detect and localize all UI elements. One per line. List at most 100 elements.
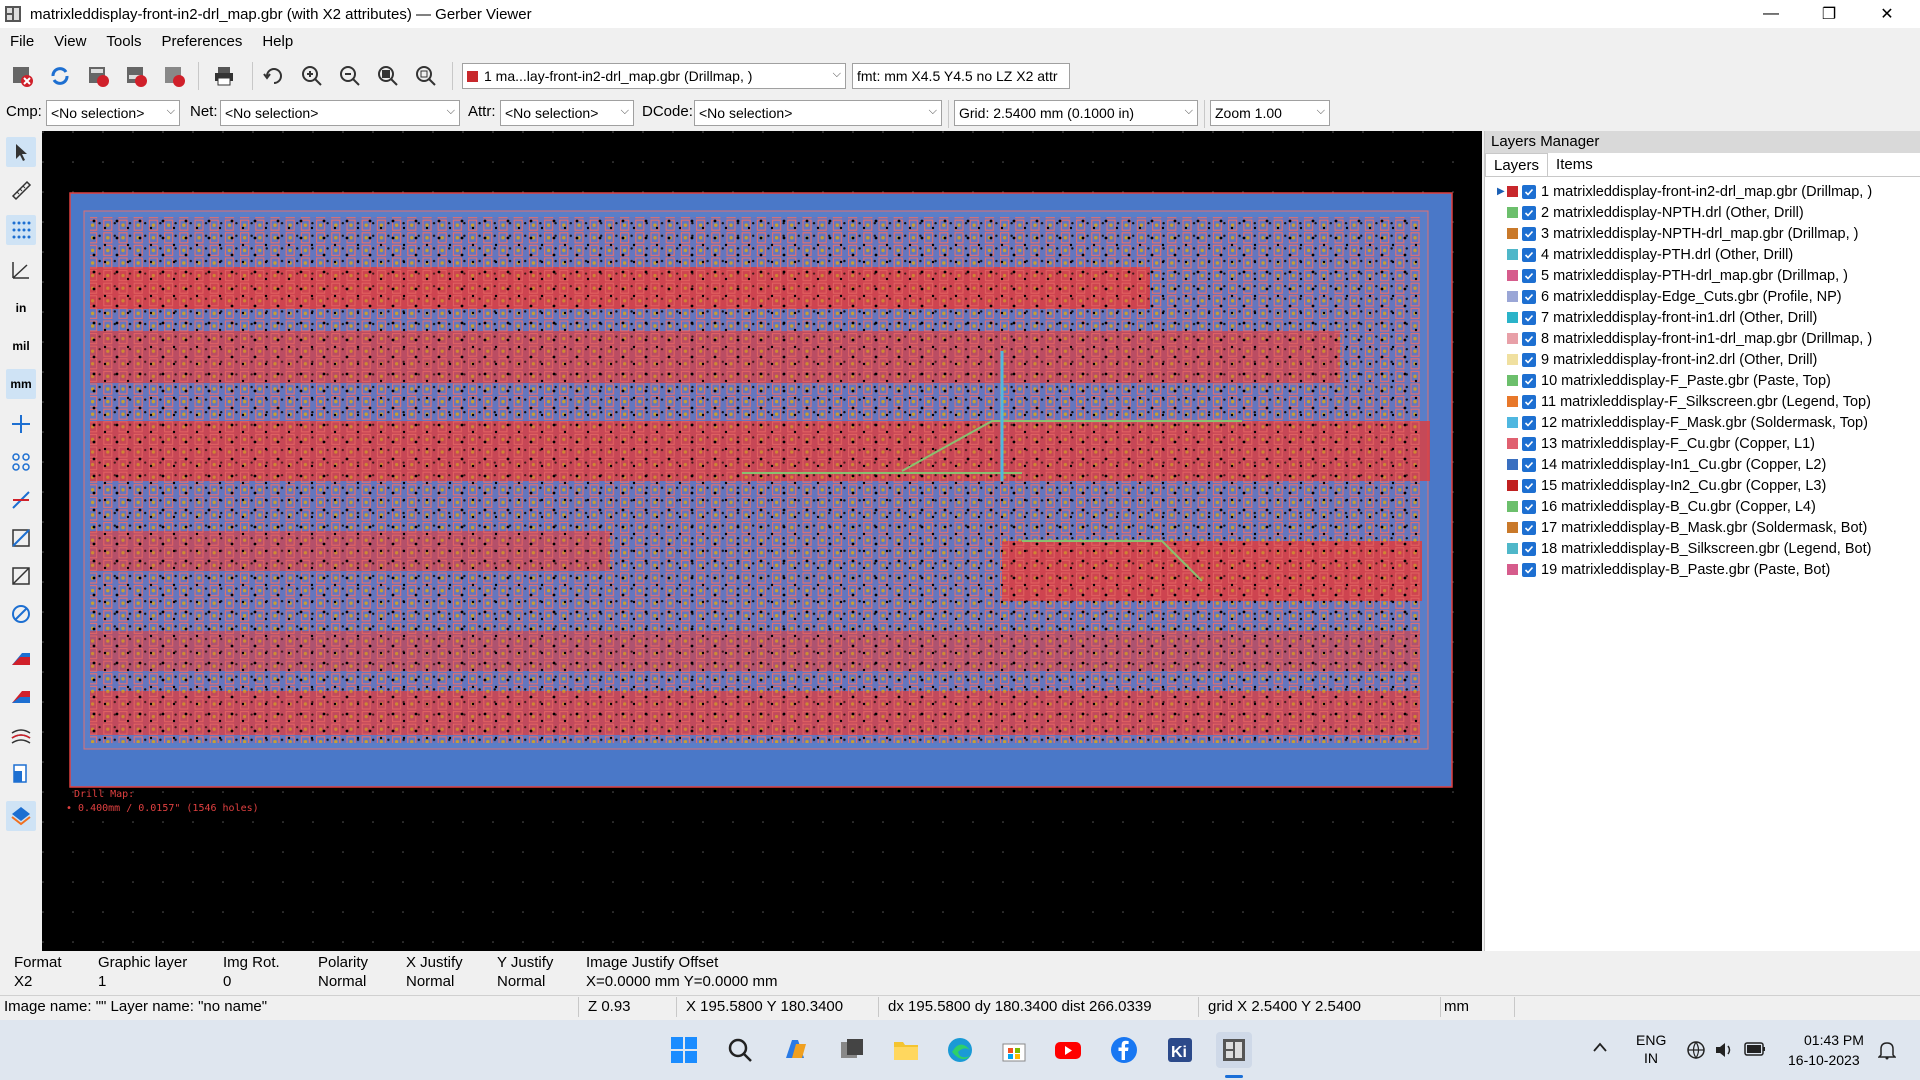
high-contrast-icon[interactable]: [6, 681, 36, 711]
layer-color-swatch[interactable]: [1507, 354, 1518, 365]
layer-visibility-checkbox[interactable]: [1522, 247, 1536, 262]
layer-visibility-checkbox[interactable]: [1522, 226, 1536, 241]
layer-color-swatch[interactable]: [1507, 270, 1518, 281]
reload-icon[interactable]: [46, 62, 74, 90]
zoom-in-icon[interactable]: [298, 62, 326, 90]
task-view-icon[interactable]: [834, 1032, 870, 1068]
grid-toggle-icon[interactable]: [6, 215, 36, 245]
volume-icon[interactable]: [1714, 1040, 1734, 1063]
copilot-icon[interactable]: [778, 1032, 814, 1068]
layer-color-swatch[interactable]: [1507, 396, 1518, 407]
open-drill-icon[interactable]: [122, 62, 150, 90]
layer-visibility-checkbox[interactable]: [1522, 562, 1536, 577]
zoom-select[interactable]: Zoom 1.00 ⌵: [1210, 100, 1330, 126]
units-inches-icon[interactable]: in: [6, 293, 36, 323]
layer-row[interactable]: 15 matrixleddisplay-In2_Cu.gbr (Copper, …: [1497, 475, 1920, 496]
layer-row[interactable]: 11 matrixleddisplay-F_Silkscreen.gbr (Le…: [1497, 391, 1920, 412]
polar-coords-icon[interactable]: [6, 255, 36, 285]
layer-visibility-checkbox[interactable]: [1522, 289, 1536, 304]
dcode-select[interactable]: <No selection> ⌵: [694, 100, 942, 126]
layer-row[interactable]: 2 matrixleddisplay-NPTH.drl (Other, Dril…: [1497, 202, 1920, 223]
layer-color-swatch[interactable]: [1507, 186, 1518, 197]
layer-visibility-checkbox[interactable]: [1522, 331, 1536, 346]
zoom-fit-icon[interactable]: [374, 62, 402, 90]
layer-color-swatch[interactable]: [1507, 207, 1518, 218]
layer-color-swatch[interactable]: [1507, 375, 1518, 386]
layer-visibility-checkbox[interactable]: [1522, 352, 1536, 367]
open-gerber-icon[interactable]: [84, 62, 112, 90]
menu-file[interactable]: File: [0, 33, 44, 50]
layer-color-swatch[interactable]: [1507, 438, 1518, 449]
layer-row[interactable]: 14 matrixleddisplay-In1_Cu.gbr (Copper, …: [1497, 454, 1920, 475]
edge-browser-icon[interactable]: [942, 1032, 978, 1068]
layer-visibility-checkbox[interactable]: [1522, 457, 1536, 472]
minimize-button[interactable]: —: [1742, 0, 1800, 28]
youtube-icon[interactable]: [1050, 1032, 1086, 1068]
layer-visibility-checkbox[interactable]: [1522, 520, 1536, 535]
attr-select[interactable]: <No selection> ⌵: [500, 100, 634, 126]
close-button[interactable]: ✕: [1858, 0, 1916, 28]
layer-color-swatch[interactable]: [1507, 291, 1518, 302]
layer-row[interactable]: ▶ 1 matrixleddisplay-front-in2-drl_map.gb…: [1497, 181, 1920, 202]
layer-row[interactable]: 13 matrixleddisplay-F_Cu.gbr (Copper, L1…: [1497, 433, 1920, 454]
gerbview-taskbar-icon[interactable]: [1216, 1032, 1252, 1068]
network-icon[interactable]: [1686, 1040, 1706, 1063]
layer-visibility-checkbox[interactable]: [1522, 415, 1536, 430]
layer-visibility-checkbox[interactable]: [1522, 205, 1536, 220]
layer-row[interactable]: 16 matrixleddisplay-B_Cu.gbr (Copper, L4…: [1497, 496, 1920, 517]
search-icon[interactable]: [722, 1032, 758, 1068]
layer-color-swatch[interactable]: [1507, 480, 1518, 491]
menu-preferences[interactable]: Preferences: [151, 33, 252, 50]
file-explorer-icon[interactable]: [888, 1032, 924, 1068]
units-mm-icon[interactable]: mm: [6, 369, 36, 399]
layer-color-swatch[interactable]: [1507, 312, 1518, 323]
layer-color-swatch[interactable]: [1507, 564, 1518, 575]
flashed-items-icon[interactable]: [6, 447, 36, 477]
layer-row[interactable]: 10 matrixleddisplay-F_Paste.gbr (Paste, …: [1497, 370, 1920, 391]
layer-visibility-checkbox[interactable]: [1522, 394, 1536, 409]
zoom-selection-icon[interactable]: [412, 62, 440, 90]
print-icon[interactable]: [210, 62, 238, 90]
redraw-icon[interactable]: [260, 62, 288, 90]
battery-icon[interactable]: [1744, 1042, 1766, 1059]
layer-row[interactable]: 6 matrixleddisplay-Edge_Cuts.gbr (Profil…: [1497, 286, 1920, 307]
grid-select[interactable]: Grid: 2.5400 mm (0.1000 in) ⌵: [954, 100, 1198, 126]
clock-time[interactable]: 01:43 PM: [1804, 1032, 1864, 1048]
tab-items[interactable]: Items: [1548, 153, 1601, 176]
layer-row[interactable]: 12 matrixleddisplay-F_Mask.gbr (Solderma…: [1497, 412, 1920, 433]
language-indicator[interactable]: ENG: [1636, 1032, 1666, 1048]
layer-row[interactable]: 4 matrixleddisplay-PTH.drl (Other, Drill…: [1497, 244, 1920, 265]
layer-row[interactable]: 17 matrixleddisplay-B_Mask.gbr (Solderma…: [1497, 517, 1920, 538]
net-select[interactable]: <No selection> ⌵: [220, 100, 460, 126]
layer-row[interactable]: 18 matrixleddisplay-B_Silkscreen.gbr (Le…: [1497, 538, 1920, 559]
show-hidden-icons-icon[interactable]: [1592, 1040, 1608, 1056]
layer-visibility-checkbox[interactable]: [1522, 184, 1536, 199]
layer-color-swatch[interactable]: [1507, 333, 1518, 344]
layer-row[interactable]: 9 matrixleddisplay-front-in2.drl (Other,…: [1497, 349, 1920, 370]
kicad-icon[interactable]: Ki: [1162, 1032, 1198, 1068]
layer-visibility-checkbox[interactable]: [1522, 436, 1536, 451]
layer-color-swatch[interactable]: [1507, 228, 1518, 239]
units-mils-icon[interactable]: mil: [6, 331, 36, 361]
layer-visibility-checkbox[interactable]: [1522, 478, 1536, 493]
start-icon[interactable]: [666, 1032, 702, 1068]
layer-color-swatch[interactable]: [1507, 249, 1518, 260]
microsoft-store-icon[interactable]: [996, 1032, 1032, 1068]
layer-row[interactable]: 19 matrixleddisplay-B_Paste.gbr (Paste, …: [1497, 559, 1920, 580]
layer-row[interactable]: 3 matrixleddisplay-NPTH-drl_map.gbr (Dri…: [1497, 223, 1920, 244]
measure-tool-icon[interactable]: [6, 175, 36, 205]
cmp-select[interactable]: <No selection> ⌵: [46, 100, 180, 126]
layer-visibility-checkbox[interactable]: [1522, 268, 1536, 283]
layer-visibility-checkbox[interactable]: [1522, 541, 1536, 556]
notification-bell-icon[interactable]: [1877, 1040, 1897, 1063]
layer-color-swatch[interactable]: [1507, 522, 1518, 533]
active-layer-select[interactable]: 1 ma...lay-front-in2-drl_map.gbr (Drillm…: [462, 63, 846, 89]
clear-all-layers-icon[interactable]: [8, 62, 36, 90]
layer-color-swatch[interactable]: [1507, 501, 1518, 512]
layers-manager-toggle-icon[interactable]: [6, 759, 36, 789]
flip-view-icon[interactable]: [6, 721, 36, 751]
layer-row[interactable]: 7 matrixleddisplay-front-in1.drl (Other,…: [1497, 307, 1920, 328]
layer-visibility-checkbox[interactable]: [1522, 499, 1536, 514]
negative-objects-icon[interactable]: [6, 561, 36, 591]
layer-visibility-checkbox[interactable]: [1522, 310, 1536, 325]
